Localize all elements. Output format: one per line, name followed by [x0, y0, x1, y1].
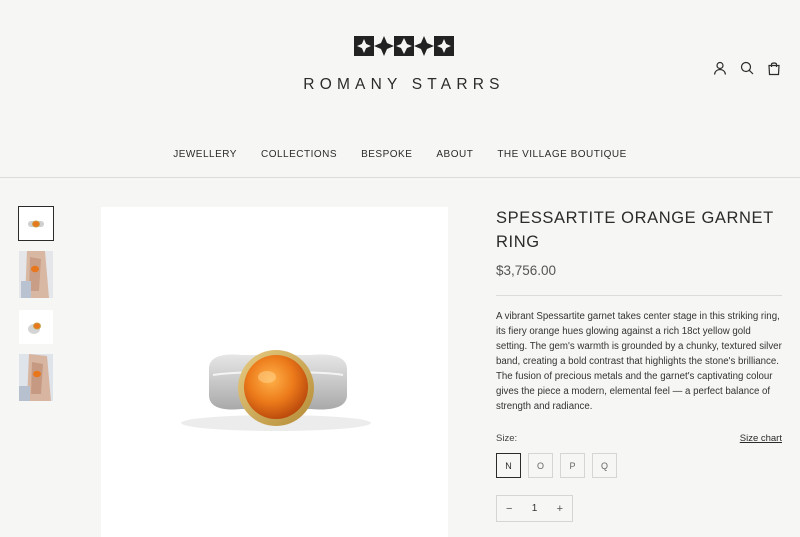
- nav-item-bespoke[interactable]: BESPOKE: [361, 149, 412, 160]
- main-nav: JEWELLERY COLLECTIONS BESPOKE ABOUT THE …: [0, 149, 800, 160]
- thumbnail-ring-angle[interactable]: [19, 310, 53, 344]
- divider: [496, 295, 782, 296]
- account-icon[interactable]: [712, 60, 728, 76]
- size-options: N O P Q: [496, 453, 782, 478]
- size-option-p[interactable]: P: [560, 453, 585, 478]
- thumbnail-ring-on-hand-side[interactable]: [19, 354, 53, 401]
- thumbnail-ring-on-hand[interactable]: [19, 251, 53, 298]
- bag-icon[interactable]: [766, 60, 782, 76]
- nav-item-about[interactable]: ABOUT: [436, 149, 473, 160]
- size-chart-link[interactable]: Size chart: [740, 433, 782, 444]
- qty-increase-button[interactable]: +: [557, 503, 563, 515]
- size-option-q[interactable]: Q: [592, 453, 617, 478]
- nav-item-jewellery[interactable]: JEWELLERY: [173, 149, 237, 160]
- search-icon[interactable]: [739, 60, 755, 76]
- product-description: A vibrant Spessartite garnet takes cente…: [496, 311, 782, 412]
- product-title: SPESSARTITE ORANGE GARNET RING: [496, 209, 774, 251]
- romany-starrs-logo-icon[interactable]: [354, 35, 454, 57]
- nav-item-collections[interactable]: COLLECTIONS: [261, 149, 337, 160]
- thumbnail-ring-front[interactable]: [18, 206, 54, 241]
- product-price: $3,756.00: [496, 263, 557, 278]
- size-option-n[interactable]: N: [496, 453, 521, 478]
- size-option-o[interactable]: O: [528, 453, 553, 478]
- size-header: Size: Size chart: [496, 433, 782, 444]
- header-icons: [712, 60, 782, 76]
- product-info: SPESSARTITE ORANGE GARNET RING $3,756.00…: [496, 206, 782, 522]
- qty-decrease-button[interactable]: −: [506, 503, 512, 515]
- main-product-image[interactable]: [101, 207, 448, 537]
- qty-value[interactable]: 1: [532, 503, 538, 514]
- brand-name[interactable]: ROMANY STARRS: [300, 76, 508, 94]
- size-label: Size:: [496, 433, 518, 444]
- quantity-stepper: − 1 +: [496, 495, 573, 522]
- nav-item-village-boutique[interactable]: THE VILLAGE BOUTIQUE: [497, 149, 626, 160]
- site-header: ROMANY STARRS JEWELLERY COLLECTIONS BESP…: [0, 0, 800, 178]
